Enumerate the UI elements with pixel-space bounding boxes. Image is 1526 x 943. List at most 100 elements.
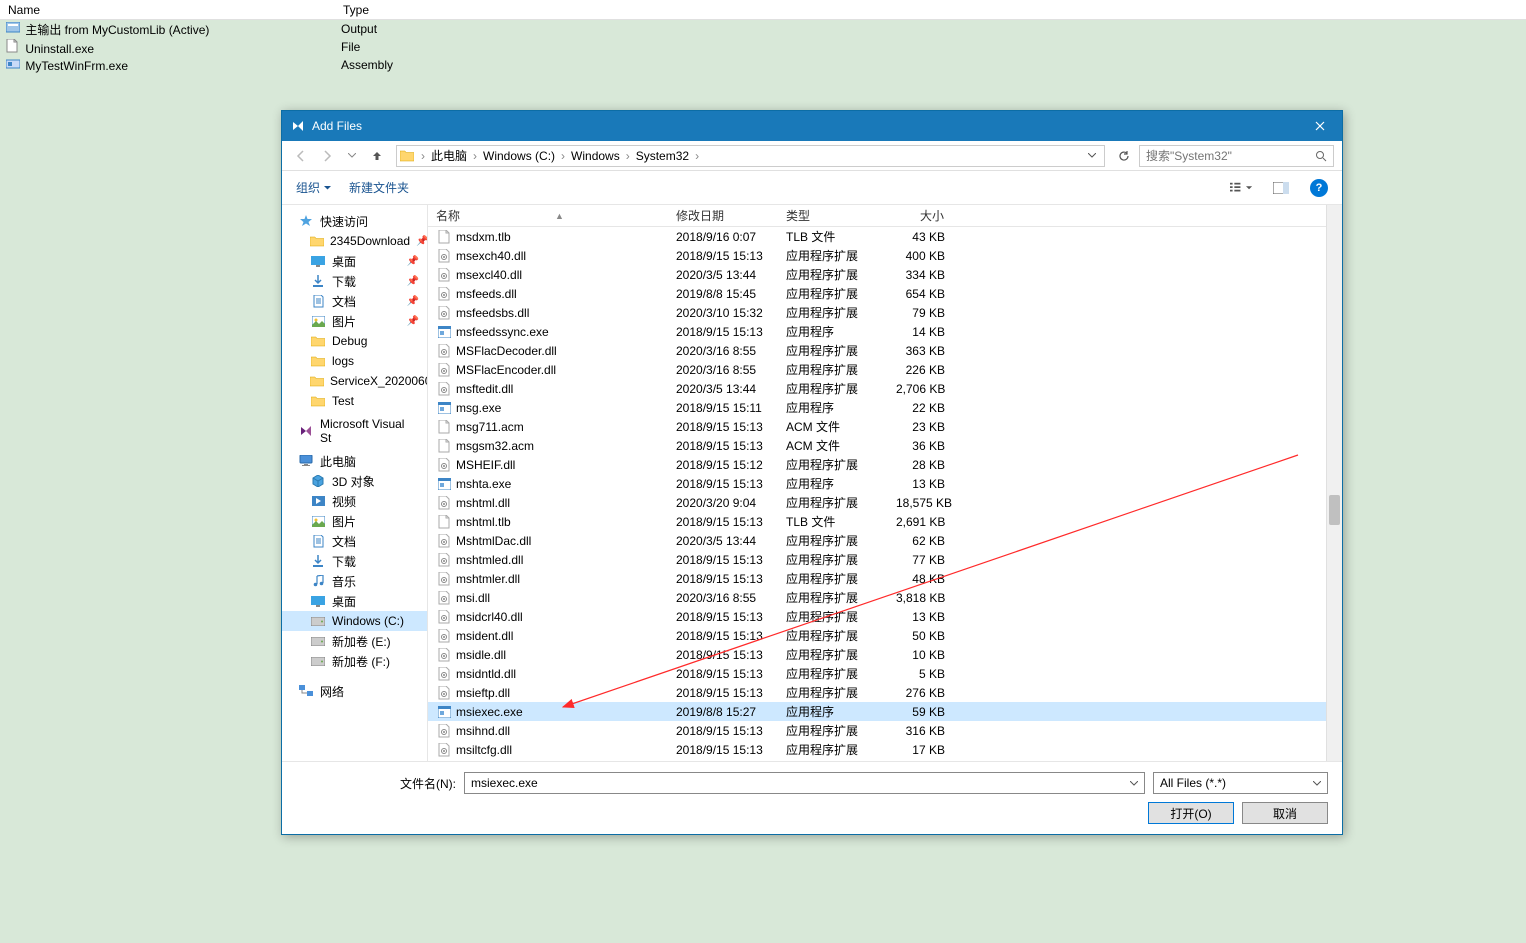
- sidebar-item[interactable]: 图片📌: [282, 311, 427, 331]
- bg-row[interactable]: 主输出 from MyCustomLib (Active)Output: [0, 20, 1526, 38]
- sidebar-item[interactable]: 新加卷 (F:): [282, 651, 427, 671]
- file-date: 2018/9/15 15:13: [668, 648, 778, 662]
- file-row[interactable]: msihnd.dll2018/9/15 15:13应用程序扩展316 KB: [428, 721, 1342, 740]
- help-button[interactable]: ?: [1310, 179, 1328, 197]
- file-row[interactable]: msg711.acm2018/9/15 15:13ACM 文件23 KB: [428, 417, 1342, 436]
- col-size[interactable]: 大小: [888, 205, 953, 226]
- sidebar-item[interactable]: 桌面📌: [282, 251, 427, 271]
- sidebar-this-pc[interactable]: 此电脑: [282, 451, 427, 471]
- sidebar-item[interactable]: 下载: [282, 551, 427, 571]
- chevron-right-icon: ›: [471, 149, 479, 163]
- file-row[interactable]: mshtml.tlb2018/9/15 15:13TLB 文件2,691 KB: [428, 512, 1342, 531]
- address-bar[interactable]: › 此电脑›Windows (C:)›Windows›System32›: [396, 145, 1105, 167]
- titlebar[interactable]: Add Files: [282, 111, 1342, 141]
- breadcrumb-item[interactable]: Windows: [567, 147, 624, 165]
- file-type: 应用程序扩展: [778, 570, 888, 587]
- sidebar-item[interactable]: Debug: [282, 331, 427, 351]
- bg-col-type[interactable]: Type: [335, 1, 1526, 19]
- file-row[interactable]: msident.dll2018/9/15 15:13应用程序扩展50 KB: [428, 626, 1342, 645]
- sidebar-item[interactable]: 2345Download📌: [282, 231, 427, 251]
- file-row[interactable]: MSFlacEncoder.dll2020/3/16 8:55应用程序扩展226…: [428, 360, 1342, 379]
- file-date: 2020/3/16 8:55: [668, 591, 778, 605]
- file-name: msftedit.dll: [456, 382, 513, 396]
- file-row[interactable]: msfeedssync.exe2018/9/15 15:13应用程序14 KB: [428, 322, 1342, 341]
- file-size: 36 KB: [888, 439, 953, 453]
- bg-row[interactable]: Uninstall.exeFile: [0, 38, 1526, 56]
- new-folder-button[interactable]: 新建文件夹: [349, 179, 409, 196]
- refresh-button[interactable]: [1113, 145, 1135, 167]
- sidebar-item[interactable]: 视频: [282, 491, 427, 511]
- open-button[interactable]: 打开(O): [1148, 802, 1234, 824]
- bg-row[interactable]: MyTestWinFrm.exeAssembly: [0, 56, 1526, 74]
- sidebar-item[interactable]: 3D 对象: [282, 471, 427, 491]
- sidebar-item[interactable]: Test: [282, 391, 427, 411]
- file-name: msexcl40.dll: [456, 268, 522, 282]
- file-row[interactable]: msexcl40.dll2020/3/5 13:44应用程序扩展334 KB: [428, 265, 1342, 284]
- search-input[interactable]: [1146, 149, 1315, 163]
- file-list-body[interactable]: msdxm.tlb2018/9/16 0:07TLB 文件43 KBmsexch…: [428, 227, 1342, 761]
- sidebar-item[interactable]: 桌面: [282, 591, 427, 611]
- sidebar-item[interactable]: ServiceX_2020060: [282, 371, 427, 391]
- cancel-button[interactable]: 取消: [1242, 802, 1328, 824]
- close-button[interactable]: [1297, 111, 1342, 141]
- breadcrumb-item[interactable]: 此电脑: [427, 147, 471, 165]
- back-button[interactable]: [290, 145, 312, 167]
- file-row[interactable]: MSHEIF.dll2018/9/15 15:12应用程序扩展28 KB: [428, 455, 1342, 474]
- file-row[interactable]: msidntld.dll2018/9/15 15:13应用程序扩展5 KB: [428, 664, 1342, 683]
- file-row[interactable]: msfeeds.dll2019/8/8 15:45应用程序扩展654 KB: [428, 284, 1342, 303]
- sidebar-item-label: 音乐: [332, 573, 356, 590]
- sidebar-item[interactable]: 图片: [282, 511, 427, 531]
- view-button[interactable]: [1230, 177, 1252, 199]
- recent-dropdown[interactable]: [342, 146, 362, 166]
- address-dropdown[interactable]: [1082, 146, 1102, 166]
- file-row[interactable]: mshta.exe2018/9/15 15:13应用程序13 KB: [428, 474, 1342, 493]
- download-icon: [310, 555, 326, 567]
- file-row[interactable]: MSFlacDecoder.dll2020/3/16 8:55应用程序扩展363…: [428, 341, 1342, 360]
- file-row[interactable]: mshtml.dll2020/3/20 9:04应用程序扩展18,575 KB: [428, 493, 1342, 512]
- sidebar-item[interactable]: Windows (C:): [282, 611, 427, 631]
- sidebar-item[interactable]: 新加卷 (E:): [282, 631, 427, 651]
- preview-pane-button[interactable]: [1270, 177, 1292, 199]
- bg-col-name[interactable]: Name: [0, 1, 335, 19]
- col-name[interactable]: 名称▲: [428, 205, 668, 226]
- col-type[interactable]: 类型: [778, 205, 888, 226]
- file-row[interactable]: mshtmler.dll2018/9/15 15:13应用程序扩展48 KB: [428, 569, 1342, 588]
- file-row[interactable]: msftedit.dll2020/3/5 13:44应用程序扩展2,706 KB: [428, 379, 1342, 398]
- file-row[interactable]: msexch40.dll2018/9/15 15:13应用程序扩展400 KB: [428, 246, 1342, 265]
- sidebar-item[interactable]: 音乐: [282, 571, 427, 591]
- search-box[interactable]: [1139, 145, 1334, 167]
- breadcrumb-item[interactable]: System32: [632, 147, 693, 165]
- file-row[interactable]: msdxm.tlb2018/9/16 0:07TLB 文件43 KB: [428, 227, 1342, 246]
- file-row[interactable]: msfeedsbs.dll2020/3/10 15:32应用程序扩展79 KB: [428, 303, 1342, 322]
- breadcrumb-item[interactable]: Windows (C:): [479, 147, 559, 165]
- filename-input-wrap[interactable]: [464, 772, 1145, 794]
- scrollbar[interactable]: [1326, 205, 1342, 761]
- sidebar-network[interactable]: 网络: [282, 681, 427, 701]
- sidebar-item[interactable]: 文档📌: [282, 291, 427, 311]
- sidebar-item[interactable]: logs: [282, 351, 427, 371]
- filter-combo[interactable]: All Files (*.*): [1153, 772, 1328, 794]
- sidebar-item[interactable]: 文档: [282, 531, 427, 551]
- organize-button[interactable]: 组织: [296, 179, 331, 196]
- sidebar-visual-studio[interactable]: Microsoft Visual St: [282, 421, 427, 441]
- file-row[interactable]: MshtmlDac.dll2020/3/5 13:44应用程序扩展62 KB: [428, 531, 1342, 550]
- sidebar-quick-access[interactable]: 快速访问: [282, 211, 427, 231]
- file-row[interactable]: msidcrl40.dll2018/9/15 15:13应用程序扩展13 KB: [428, 607, 1342, 626]
- filename-input[interactable]: [471, 776, 1130, 790]
- file-row[interactable]: msgsm32.acm2018/9/15 15:13ACM 文件36 KB: [428, 436, 1342, 455]
- sidebar-item[interactable]: 下载📌: [282, 271, 427, 291]
- col-date[interactable]: 修改日期: [668, 205, 778, 226]
- bg-header: Name Type: [0, 0, 1526, 20]
- up-button[interactable]: [366, 145, 388, 167]
- file-row[interactable]: msiexec.exe2019/8/8 15:27应用程序59 KB: [428, 702, 1342, 721]
- file-row[interactable]: msidle.dll2018/9/15 15:13应用程序扩展10 KB: [428, 645, 1342, 664]
- file-row[interactable]: msieftp.dll2018/9/15 15:13应用程序扩展276 KB: [428, 683, 1342, 702]
- file-row[interactable]: msi.dll2020/3/16 8:55应用程序扩展3,818 KB: [428, 588, 1342, 607]
- file-row[interactable]: msiltcfg.dll2018/9/15 15:13应用程序扩展17 KB: [428, 740, 1342, 759]
- forward-button[interactable]: [316, 145, 338, 167]
- sidebar[interactable]: 快速访问 2345Download📌桌面📌下载📌文档📌图片📌DebuglogsS…: [282, 205, 428, 761]
- pic-icon: [310, 316, 326, 327]
- scroll-thumb[interactable]: [1329, 495, 1340, 525]
- file-row[interactable]: mshtmled.dll2018/9/15 15:13应用程序扩展77 KB: [428, 550, 1342, 569]
- file-row[interactable]: msg.exe2018/9/15 15:11应用程序22 KB: [428, 398, 1342, 417]
